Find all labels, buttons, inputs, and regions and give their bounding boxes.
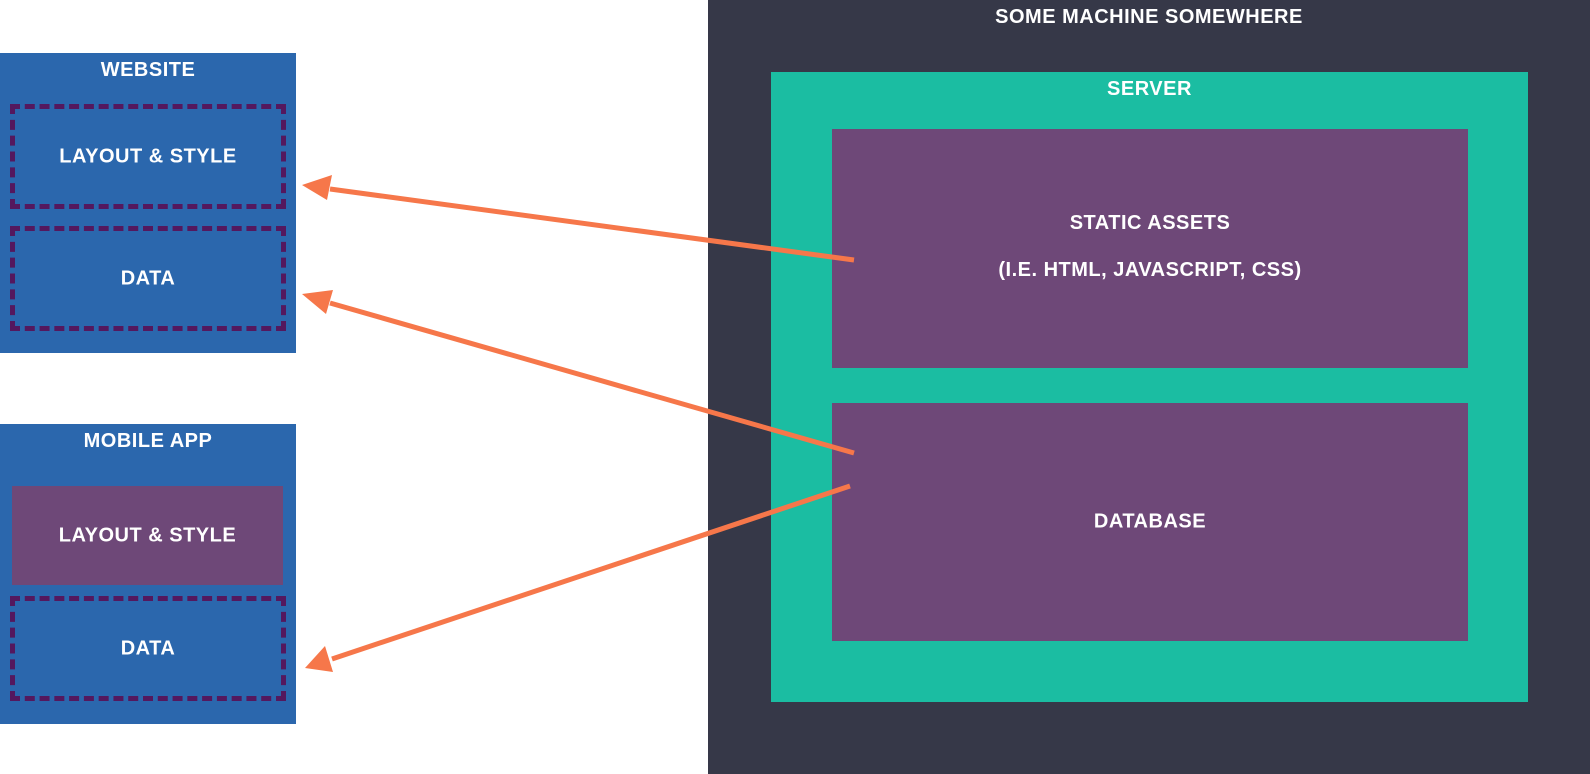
static-assets-subtitle: (I.E. HTML, JAVASCRIPT, CSS)	[998, 259, 1302, 281]
mobile-app-data-label: DATA	[120, 637, 176, 659]
website-container: WEBSITE LAYOUT & STYLE DATA	[0, 53, 296, 353]
mobile-app-title: MOBILE APP	[83, 430, 213, 452]
website-title: WEBSITE	[100, 59, 196, 81]
website-data-label: DATA	[120, 267, 176, 289]
database-title: DATABASE	[1093, 510, 1207, 533]
mobile-app-data-box: DATA	[10, 596, 286, 701]
arrow-head-icon	[302, 175, 332, 200]
arrow-head-icon	[305, 646, 333, 672]
static-assets-title: STATIC ASSETS	[1069, 212, 1231, 234]
mobile-app-layout-style-box: LAYOUT & STYLE	[12, 486, 283, 585]
database-box: DATABASE	[832, 403, 1468, 641]
website-layout-style-box: LAYOUT & STYLE	[10, 104, 286, 209]
machine-title: SOME MACHINE SOMEWHERE	[995, 6, 1303, 28]
mobile-app-layout-style-label: LAYOUT & STYLE	[58, 524, 237, 546]
website-layout-style-label: LAYOUT & STYLE	[59, 145, 237, 167]
website-data-box: DATA	[10, 226, 286, 331]
server-title: SERVER	[1107, 78, 1192, 100]
static-assets-box: STATIC ASSETS (I.E. HTML, JAVASCRIPT, CS…	[832, 129, 1468, 368]
mobile-app-container: MOBILE APP LAYOUT & STYLE DATA	[0, 424, 296, 724]
arrow-head-icon	[302, 290, 333, 314]
